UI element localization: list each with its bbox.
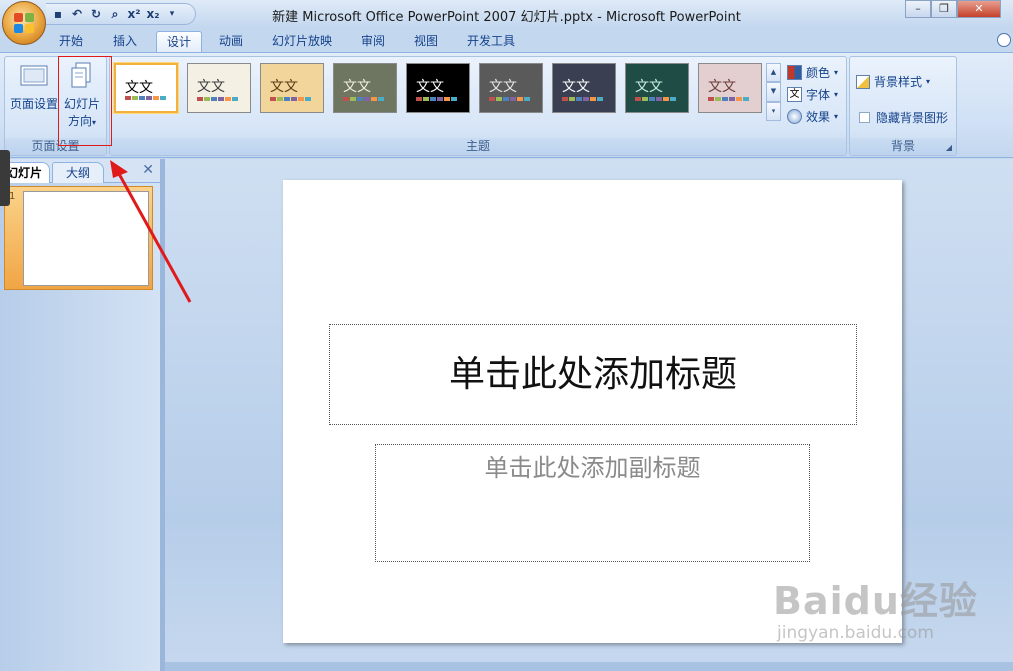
notes-pane-edge xyxy=(165,662,1013,671)
theme-thumbnail-7[interactable]: 文文 xyxy=(552,63,616,113)
slide-thumbnail[interactable] xyxy=(23,191,149,286)
theme-thumbnail-2[interactable]: 文文 xyxy=(187,63,251,113)
theme-thumbnail-text: 文文 xyxy=(343,79,371,95)
tab-developer[interactable]: 开发工具 xyxy=(456,31,526,52)
theme-options: 颜色 ▾ 文 字体 ▾ 效果 ▾ xyxy=(787,61,838,127)
themes-group: 文文 文文 文文 文文 文文 文文 文文 文文 文文 ▲ ▼ ▾ 颜色 ▾ 文 字体 ▾ 效果 … xyxy=(109,56,847,156)
theme-color-swatches xyxy=(343,97,384,101)
title-bar: ▪ ↶ ↻ ⌕ x² x₂ ▾ 新建 Microsoft Office Powe… xyxy=(0,0,1013,28)
tab-slideshow[interactable]: 幻灯片放映 xyxy=(262,31,342,52)
theme-thumbnail-text: 文文 xyxy=(125,80,153,96)
themes-group-label: 主题 xyxy=(110,138,846,155)
tab-view[interactable]: 视图 xyxy=(403,31,449,52)
close-icon[interactable]: ✕ xyxy=(142,162,154,178)
theme-color-swatches xyxy=(635,97,676,101)
background-group-label: 背景 xyxy=(850,138,956,155)
theme-thumbnail-text: 文文 xyxy=(270,79,298,95)
theme-fonts-label: 字体 xyxy=(806,87,831,102)
tab-outline[interactable]: 大纲 xyxy=(52,162,104,183)
tab-animations[interactable]: 动画 xyxy=(208,31,254,52)
hide-background-label: 隐藏背景图形 xyxy=(876,111,949,125)
effects-icon xyxy=(787,108,802,124)
subtitle-placeholder[interactable]: 单击此处添加副标题 xyxy=(375,444,810,562)
highlight-box xyxy=(58,56,112,146)
page-setup-icon xyxy=(19,61,49,91)
page-setup-button[interactable]: 页面设置 xyxy=(8,61,60,112)
chevron-down-icon: ▾ xyxy=(834,67,839,77)
theme-effects-button[interactable]: 效果 ▾ xyxy=(787,105,838,127)
baidu-watermark: Baidu经验 jingyan.baidu.com xyxy=(773,570,978,643)
theme-thumbnail-5[interactable]: 文文 xyxy=(406,63,470,113)
theme-gallery-scroll: ▲ ▼ ▾ xyxy=(766,63,781,121)
office-logo-icon xyxy=(14,13,34,33)
side-grip-handle[interactable] xyxy=(0,150,10,206)
ribbon: 页面设置 幻灯片 方向▾ 页面设置 文文 文文 文文 文文 文文 文文 文文 文文 文文 ▲ ▼… xyxy=(0,52,1013,158)
theme-thumbnail-4[interactable]: 文文 xyxy=(333,63,397,113)
window-title: 新建 Microsoft Office PowerPoint 2007 幻灯片.… xyxy=(272,10,741,25)
window-controls: – ❐ ✕ xyxy=(905,0,1001,18)
dialog-launcher-icon[interactable]: ◢ xyxy=(946,143,952,152)
background-group: 背景样式 ▾ 隐藏背景图形 背景 ◢ xyxy=(849,56,957,156)
background-styles-label: 背景样式 xyxy=(874,75,923,89)
slide-thumbnail-selected[interactable]: 1 xyxy=(4,186,153,290)
checkbox-box[interactable] xyxy=(859,112,870,123)
close-icon[interactable]: ✕ xyxy=(957,0,1001,18)
background-styles-button[interactable]: 背景样式 ▾ xyxy=(856,73,930,90)
chevron-down-icon: ▾ xyxy=(926,77,931,86)
theme-colors-label: 颜色 xyxy=(806,65,831,80)
tab-review[interactable]: 审阅 xyxy=(350,31,396,52)
theme-color-swatches xyxy=(708,97,749,101)
theme-thumbnail-text: 文文 xyxy=(635,79,663,95)
theme-color-swatches xyxy=(489,97,530,101)
title-placeholder[interactable]: 单击此处添加标题 xyxy=(329,324,857,425)
tab-insert[interactable]: 插入 xyxy=(102,31,148,52)
theme-thumbnail-text: 文文 xyxy=(562,79,590,95)
theme-gallery: 文文 文文 文文 文文 文文 文文 文文 文文 文文 xyxy=(114,63,762,113)
hide-background-checkbox[interactable]: 隐藏背景图形 xyxy=(859,109,948,126)
theme-thumbnail-6[interactable]: 文文 xyxy=(479,63,543,113)
theme-color-swatches xyxy=(416,97,457,101)
help-icon[interactable] xyxy=(997,33,1011,47)
theme-thumbnail-3[interactable]: 文文 xyxy=(260,63,324,113)
theme-color-swatches xyxy=(125,96,166,100)
theme-color-swatches xyxy=(197,97,238,101)
theme-thumbnail-text: 文文 xyxy=(416,79,444,95)
gallery-more-icon[interactable]: ▾ xyxy=(766,101,781,121)
gallery-down-icon[interactable]: ▼ xyxy=(766,82,781,102)
page-setup-label: 页面设置 xyxy=(9,97,58,111)
theme-thumbnail-8[interactable]: 文文 xyxy=(625,63,689,113)
tab-home[interactable]: 开始 xyxy=(48,31,94,52)
ribbon-tabs: 开始 插入 设计 动画 幻灯片放映 审阅 视图 开发工具 xyxy=(0,28,1013,52)
theme-thumbnail-text: 文文 xyxy=(708,79,736,95)
palette-icon xyxy=(787,64,802,80)
theme-color-swatches xyxy=(562,97,603,101)
pane-tabs: 幻灯片 大纲 ✕ xyxy=(0,159,160,183)
theme-thumbnail-1[interactable]: 文文 xyxy=(114,63,178,113)
theme-effects-label: 效果 xyxy=(806,109,831,124)
minimize-icon[interactable]: – xyxy=(905,0,931,18)
theme-color-swatches xyxy=(270,97,311,101)
theme-thumbnail-9[interactable]: 文文 xyxy=(698,63,762,113)
gallery-up-icon[interactable]: ▲ xyxy=(766,63,781,83)
office-button[interactable] xyxy=(2,1,46,45)
watermark-url: jingyan.baidu.com xyxy=(777,623,934,643)
paint-bucket-icon xyxy=(856,74,870,89)
theme-colors-button[interactable]: 颜色 ▾ xyxy=(787,61,838,83)
theme-fonts-button[interactable]: 文 字体 ▾ xyxy=(787,83,838,105)
chevron-down-icon: ▾ xyxy=(834,111,839,121)
chevron-down-icon: ▾ xyxy=(834,89,839,99)
slides-pane: 幻灯片 大纲 ✕ 1 xyxy=(0,159,160,671)
theme-thumbnail-text: 文文 xyxy=(489,79,517,95)
theme-thumbnail-text: 文文 xyxy=(197,79,225,95)
tab-design[interactable]: 设计 xyxy=(156,31,202,52)
watermark-logo-text: Baidu经验 xyxy=(773,579,978,623)
restore-icon[interactable]: ❐ xyxy=(931,0,957,18)
font-icon: 文 xyxy=(787,86,802,102)
